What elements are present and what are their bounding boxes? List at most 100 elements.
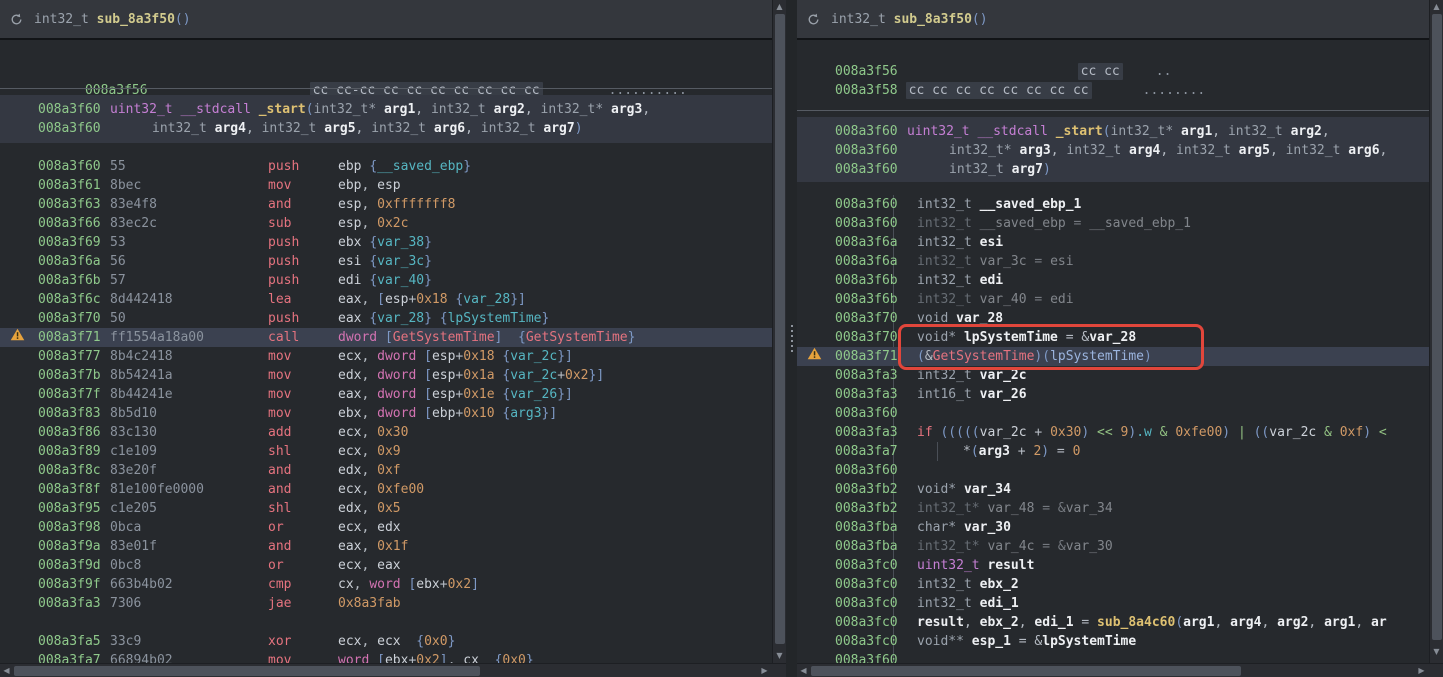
- pseudocode-row[interactable]: 008a3fa3int32_t var_2c: [797, 366, 1430, 385]
- pseudocode-row[interactable]: 008a3fbaint32_t* var_4c = &var_30: [797, 537, 1430, 556]
- signature-line[interactable]: 008a3f60int32_t* arg3, int32_t arg4, int…: [797, 141, 1430, 160]
- vertical-scrollbar-thumb[interactable]: [1432, 14, 1442, 640]
- code-token: ]: [471, 577, 479, 592]
- disasm-row[interactable]: 008a3f6055pushebp {__saved_ebp}: [0, 157, 772, 176]
- disasm-row[interactable]: 008a3f7f8b44241emoveax, dword [esp+0x1e …: [0, 385, 772, 404]
- byte-row[interactable]: 008a3f56cc cc..: [797, 62, 1430, 81]
- pseudocode-row[interactable]: 008a3f6bint32_t edi: [797, 271, 1430, 290]
- pseudocode-row[interactable]: 008a3fa3int16_t var_26: [797, 385, 1430, 404]
- pseudocode-row[interactable]: 008a3f71(&GetSystemTime)(lpSystemTime): [797, 347, 1430, 366]
- disasm-row[interactable]: 008a3f9f663b4b02cmpcx, word [ebx+0x2]: [0, 575, 772, 594]
- warning-icon: [0, 328, 38, 347]
- function-signature-block[interactable]: 008a3f60uint32_t __stdcall _start(int32_…: [797, 117, 1430, 182]
- code-token: ): [575, 121, 583, 136]
- right-horizontal-scrollbar[interactable]: ◀ ▶: [797, 663, 1429, 677]
- disasm-row[interactable]: 008a3f7b8b54241amovedx, dword [esp+0x1a …: [0, 366, 772, 385]
- pane-splitter[interactable]: [786, 0, 797, 677]
- disasm-row[interactable]: 008a3fa37306jae0x8a3fab: [0, 594, 772, 613]
- code-text: int32_t ebx_2: [917, 577, 1019, 592]
- code-token: ebp: [338, 159, 369, 174]
- disasm-row[interactable]: 008a3f9a83e01fandeax, 0x1f: [0, 537, 772, 556]
- signature-line[interactable]: 008a3f60uint32_t __stdcall _start(int32_…: [797, 122, 1430, 141]
- disasm-row[interactable]: 008a3fa533c9xorecx, ecx {0x0}: [0, 632, 772, 651]
- disasm-row[interactable]: [0, 613, 772, 632]
- vertical-scrollbar-thumb[interactable]: [775, 14, 785, 644]
- right-vertical-scrollbar[interactable]: ▲ ▼: [1429, 0, 1443, 663]
- disasm-row[interactable]: 008a3f89c1e109shlecx, 0x9: [0, 442, 772, 461]
- byte-row[interactable]: 008a3f58cc cc cc cc cc cc cc cc........: [797, 81, 1430, 100]
- pseudocode-row[interactable]: 008a3f60int32_t __saved_ebp = __saved_eb…: [797, 214, 1430, 233]
- code-token: 0xf: [1340, 425, 1363, 440]
- pseudocode-row[interactable]: 008a3f70void var_28: [797, 309, 1430, 328]
- disasm-row[interactable]: 008a3f6b57pushedi {var_40}: [0, 271, 772, 290]
- code-token: int32_t*: [1111, 124, 1181, 139]
- address: 008a3f89: [38, 442, 110, 461]
- disasm-row[interactable]: 008a3f8c83e20fandedx, 0xf: [0, 461, 772, 480]
- disasm-row[interactable]: 008a3fa766894b02movword [ebx+0x2], cx {0…: [0, 651, 772, 663]
- disasm-row[interactable]: 008a3f6683ec2csubesp, 0x2c: [0, 214, 772, 233]
- pseudocode-row[interactable]: 008a3fbachar* var_30: [797, 518, 1430, 537]
- pseudocode-row[interactable]: 008a3f60int32_t __saved_ebp_1: [797, 195, 1430, 214]
- pseudocode-row[interactable]: 008a3fb2void* var_34: [797, 480, 1430, 499]
- scroll-right-button[interactable]: ▶: [1415, 664, 1428, 677]
- disasm-row[interactable]: 008a3f71ff1554a18a00calldword [GetSystem…: [0, 328, 772, 347]
- disasm-row[interactable]: 008a3f8f81e100fe0000andecx, 0xfe00: [0, 480, 772, 499]
- scroll-down-button[interactable]: ▼: [773, 649, 786, 662]
- pseudocode-row[interactable]: 008a3fc0result, ebx_2, edi_1 = sub_8a4c6…: [797, 613, 1430, 632]
- pseudocode-row[interactable]: 008a3fa7*(arg3 + 2) = 0: [797, 442, 1430, 461]
- code-token: ,: [361, 387, 377, 402]
- signature-line[interactable]: 008a3f60int32_t arg4, int32_t arg5, int3…: [0, 119, 772, 138]
- scroll-left-button[interactable]: ◀: [797, 664, 810, 677]
- pseudocode-row[interactable]: 008a3f6aint32_t var_3c = esi: [797, 252, 1430, 271]
- pseudocode-row[interactable]: 008a3fc0int32_t edi_1: [797, 594, 1430, 613]
- signature-line[interactable]: 008a3f60int32_t arg7): [797, 160, 1430, 179]
- scroll-up-button[interactable]: ▲: [773, 0, 786, 13]
- decompiled-code-pane[interactable]: int32_t sub_8a3f50() 008a3f56cc cc..008a…: [797, 0, 1430, 663]
- disasm-row[interactable]: 008a3f6c8d442418leaeax, [esp+0x18 {var_2…: [0, 290, 772, 309]
- scroll-up-button[interactable]: ▲: [1430, 0, 1443, 13]
- horizontal-scrollbar-thumb[interactable]: [14, 666, 480, 676]
- disassembly-pane[interactable]: int32_t sub_8a3f50() 008a3f56cc cc-cc cc…: [0, 0, 772, 663]
- byte-row[interactable]: 008a3f56cc cc-cc cc cc cc cc cc cc cc...…: [0, 62, 772, 81]
- disasm-row[interactable]: 008a3f980bcaorecx, edx: [0, 518, 772, 537]
- code-token: _start: [1056, 124, 1103, 139]
- disasm-row[interactable]: 008a3f838b5d10movebx, dword [ebp+0x10 {a…: [0, 404, 772, 423]
- pseudocode-row[interactable]: 008a3f6bint32_t var_40 = edi: [797, 290, 1430, 309]
- pseudocode-row[interactable]: 008a3fc0int32_t ebx_2: [797, 575, 1430, 594]
- left-horizontal-scrollbar[interactable]: ◀ ▶: [0, 663, 772, 677]
- signature-line[interactable]: 008a3f60uint32_t __stdcall _start(int32_…: [0, 100, 772, 119]
- code-token: var_3c: [377, 254, 424, 269]
- code-token: 0x1e: [463, 387, 494, 402]
- pseudocode-row[interactable]: 008a3f60: [797, 404, 1430, 423]
- pseudocode-row[interactable]: 008a3f70void* lpSystemTime = &var_28: [797, 328, 1430, 347]
- operands: esp, 0xfffffff8: [338, 197, 455, 212]
- pseudocode-row[interactable]: 008a3fa3if (((((var_2c + 0x30) << 9).w &…: [797, 423, 1430, 442]
- operands: dword [GetSystemTime] {GetSystemTime}: [338, 330, 635, 345]
- disasm-row[interactable]: 008a3f7050pusheax {var_28} {lpSystemTime…: [0, 309, 772, 328]
- disasm-row[interactable]: 008a3f6a56pushesi {var_3c}: [0, 252, 772, 271]
- instruction-bytes: c1e109: [110, 442, 268, 461]
- disasm-row[interactable]: 008a3f778b4c2418movecx, dword [esp+0x18 …: [0, 347, 772, 366]
- left-vertical-scrollbar[interactable]: ▲ ▼: [772, 0, 786, 663]
- pseudocode-row[interactable]: 008a3fc0void** esp_1 = &lpSystemTime: [797, 632, 1430, 651]
- disasm-row[interactable]: 008a3f6953pushebx {var_38}: [0, 233, 772, 252]
- function-signature-block[interactable]: 008a3f60uint32_t __stdcall _start(int32_…: [0, 95, 772, 143]
- disasm-row[interactable]: 008a3f6383e4f8andesp, 0xfffffff8: [0, 195, 772, 214]
- horizontal-scrollbar-thumb[interactable]: [811, 666, 1241, 676]
- pseudocode-row[interactable]: 008a3f60: [797, 461, 1430, 480]
- pseudocode-row[interactable]: 008a3f6aint32_t esi: [797, 233, 1430, 252]
- disasm-row[interactable]: 008a3f618becmovebp, esp: [0, 176, 772, 195]
- pseudocode-row[interactable]: 008a3fb2int32_t* var_48 = &var_34: [797, 499, 1430, 518]
- code-token: ,: [361, 292, 377, 307]
- pseudocode-row[interactable]: 008a3f60: [797, 651, 1430, 663]
- code-token: int32_t: [949, 162, 1012, 177]
- disasm-row[interactable]: 008a3f95c1e205shledx, 0x5: [0, 499, 772, 518]
- pseudocode-row[interactable]: 008a3fc0uint32_t result: [797, 556, 1430, 575]
- scroll-down-button[interactable]: ▼: [1430, 645, 1443, 658]
- scroll-right-button[interactable]: ▶: [758, 664, 771, 677]
- refresh-icon[interactable]: [807, 13, 820, 26]
- disasm-row[interactable]: 008a3f8683c130addecx, 0x30: [0, 423, 772, 442]
- scroll-left-button[interactable]: ◀: [0, 664, 13, 677]
- refresh-icon[interactable]: [10, 13, 23, 26]
- disasm-row[interactable]: 008a3f9d0bc8orecx, eax: [0, 556, 772, 575]
